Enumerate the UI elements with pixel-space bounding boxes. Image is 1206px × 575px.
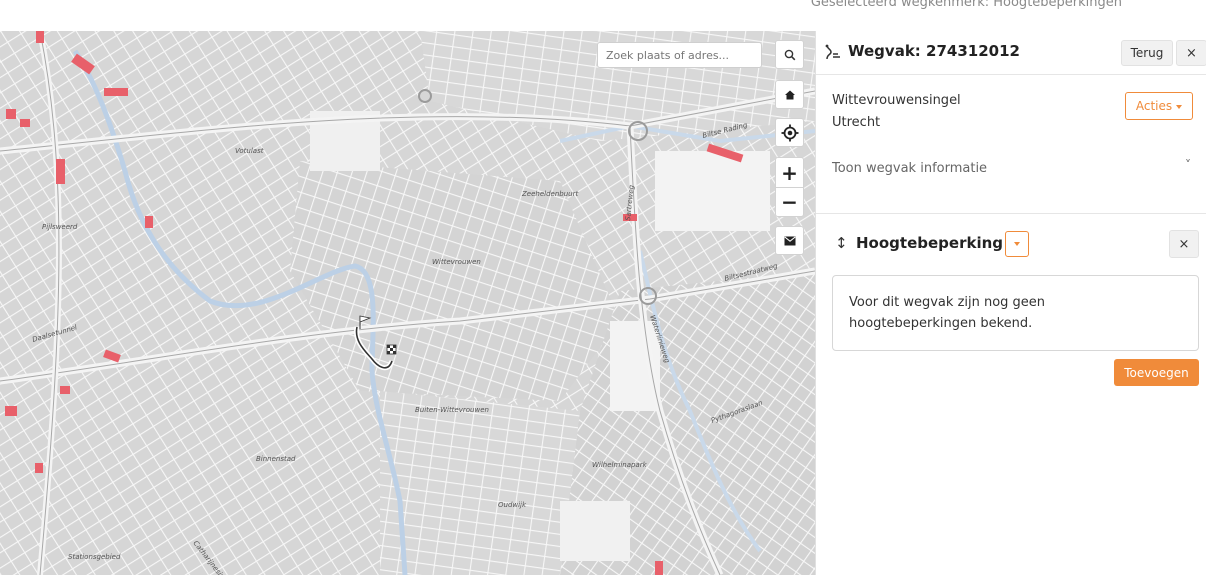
search-icon	[784, 49, 795, 60]
side-panel: Wegvak: 274312012 Terug × Wittevrouwensi…	[815, 31, 1206, 575]
map-canvas[interactable]: Votulast Zeeheldenbuurt Pijlsweerd Witte…	[0, 31, 815, 575]
street-name: Wittevrouwensingel	[832, 93, 961, 108]
city-name: Utrecht	[832, 115, 881, 130]
search-input[interactable]	[597, 42, 762, 68]
map-label-zeeheldenbuurt: Zeeheldenbuurt	[521, 190, 578, 198]
locate-icon	[781, 124, 798, 141]
height-arrows-icon: ↕	[835, 234, 848, 252]
close-panel-button[interactable]: ×	[1176, 40, 1206, 66]
map-label-buiten-wittevrouwen: Buiten-Wittevrouwen	[415, 406, 489, 414]
map-label-pijlsweerd: Pijlsweerd	[42, 223, 78, 231]
section-title: Hoogtebeperking	[856, 234, 1003, 252]
chevron-down-icon[interactable]: ˅	[1185, 158, 1191, 172]
map-tiles-oudwijk	[380, 391, 580, 575]
zoom-out-button[interactable]: −	[775, 187, 804, 217]
add-button[interactable]: Toevoegen	[1114, 359, 1199, 386]
open-area	[560, 501, 630, 561]
section-options-dropdown[interactable]	[1005, 231, 1029, 257]
home-icon	[784, 90, 795, 99]
search-button[interactable]	[775, 40, 804, 69]
caret-down-icon	[1176, 104, 1183, 109]
panel-title: Wegvak: 274312012	[848, 42, 1020, 60]
map-label-votulast: Votulast	[235, 147, 264, 155]
back-button[interactable]: Terug	[1121, 40, 1173, 66]
open-area	[655, 151, 770, 231]
show-segment-info-toggle[interactable]: Toon wegvak informatie	[832, 161, 987, 176]
finish-flag-icon[interactable]	[386, 344, 397, 355]
map-view[interactable]: Votulast Zeeheldenbuurt Pijlsweerd Witte…	[0, 31, 815, 575]
locate-button[interactable]	[775, 118, 804, 147]
map-label-wilhelminapark: Wilhelminapark	[592, 461, 648, 469]
actions-label: Acties	[1135, 99, 1173, 113]
zoom-in-button[interactable]: +	[775, 157, 804, 187]
section-divider	[816, 213, 1206, 214]
road-segment-icon	[825, 44, 840, 60]
map-label-wittevrouwen: Wittevrouwen	[432, 258, 481, 266]
actions-dropdown-button[interactable]: Acties	[1125, 92, 1193, 120]
map-label-oudwijk: Oudwijk	[498, 501, 527, 509]
home-button[interactable]	[775, 80, 804, 109]
mail-icon	[783, 236, 796, 245]
map-label-binnenstad: Binnenstad	[256, 455, 296, 463]
panel-header: Wegvak: 274312012 Terug ×	[816, 31, 1206, 75]
close-section-button[interactable]: ×	[1169, 230, 1199, 258]
caret-down-icon	[1014, 242, 1020, 246]
message-line: Voor dit wegvak zijn nog geen	[849, 295, 1046, 310]
selected-marker-text: Geselecteerd wegkenmerk: Hoogtebeperking…	[810, 0, 1122, 10]
mail-button[interactable]	[775, 226, 804, 255]
map-label-stationsgebied: Stationsgebied	[68, 553, 121, 561]
message-line: hoogtebeperkingen bekend.	[849, 316, 1033, 331]
no-restrictions-message: Voor dit wegvak zijn nog geen hoogtebepe…	[832, 275, 1199, 351]
top-bar: Geselecteerd wegkenmerk: Hoogtebeperking…	[0, 0, 1206, 32]
